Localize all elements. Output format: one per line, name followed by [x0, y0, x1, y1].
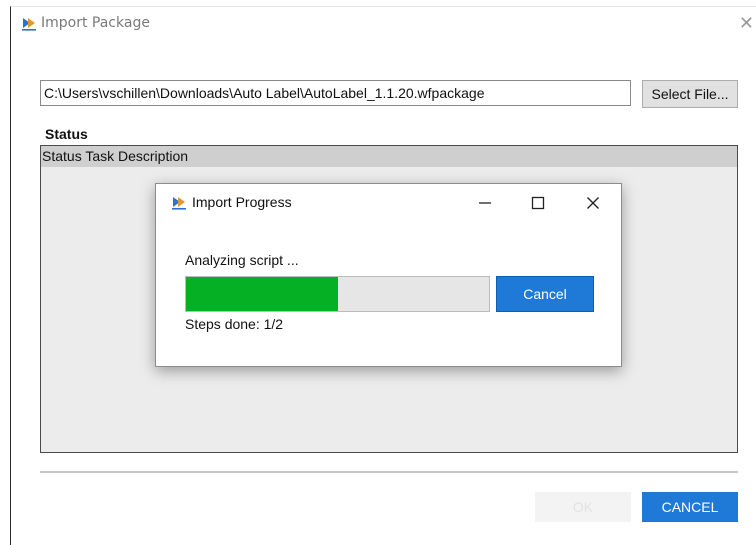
progress-bar-fill	[186, 277, 338, 311]
progress-cancel-button[interactable]: Cancel	[496, 276, 594, 312]
select-file-button[interactable]: Select File...	[642, 80, 738, 108]
steps-done-text: Steps done: 1/2	[185, 316, 284, 332]
progress-status-text: Analyzing script ...	[185, 252, 299, 268]
import-package-icon	[22, 18, 36, 31]
progress-bar	[185, 276, 490, 312]
status-heading: Status	[45, 126, 88, 142]
import-progress-dialog: Import Progress Analyzing script ... Can…	[155, 183, 622, 367]
progress-dialog-title: Import Progress	[192, 194, 292, 210]
minimize-button[interactable]	[465, 188, 505, 218]
ok-button[interactable]: OK	[535, 492, 631, 522]
file-path-input[interactable]: C:\Users\vschillen\Downloads\Auto Label\…	[40, 80, 631, 106]
footer-divider	[40, 471, 738, 473]
dialog-close-icon	[587, 197, 599, 209]
import-progress-icon	[172, 197, 186, 210]
maximize-button[interactable]	[518, 188, 558, 218]
dialog-close-button[interactable]	[573, 188, 613, 218]
status-column-header[interactable]: Status Task Description	[41, 146, 737, 167]
cancel-button[interactable]: CANCEL	[642, 492, 738, 522]
maximize-icon	[531, 196, 545, 210]
window-title: Import Package	[41, 15, 150, 31]
close-icon[interactable]: ✕	[739, 13, 754, 34]
minimize-icon	[479, 202, 491, 204]
